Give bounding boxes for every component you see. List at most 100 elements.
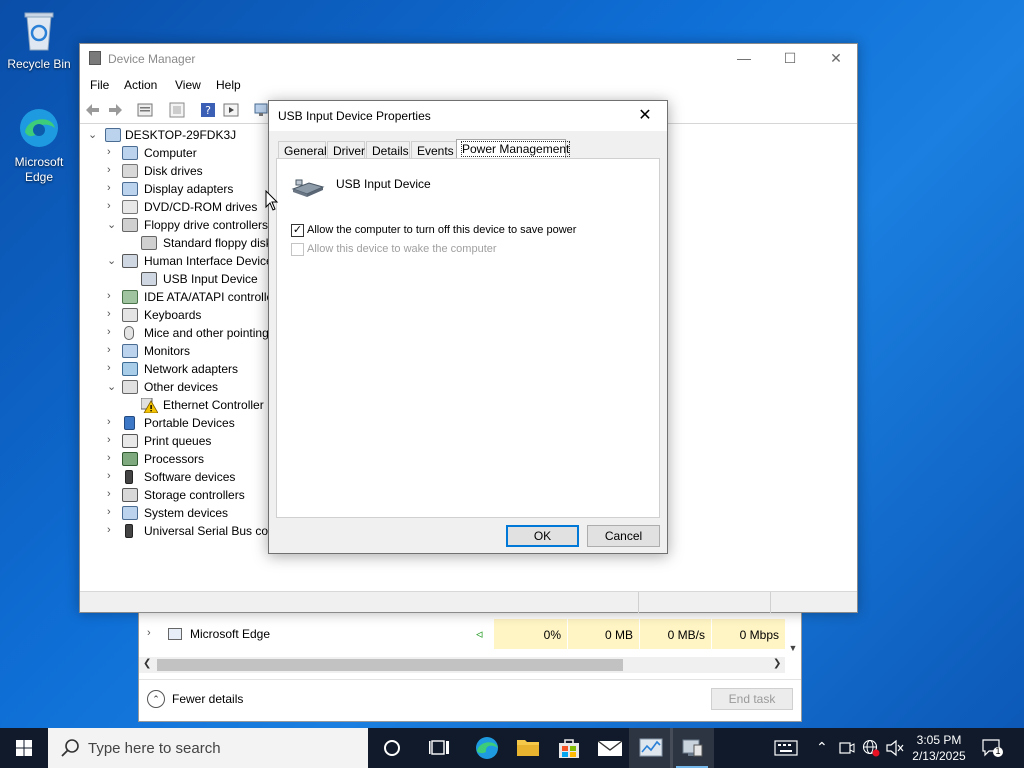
horizontal-scrollbar[interactable]: ❮ ❯ [139, 657, 785, 673]
expand-chevron-icon[interactable]: › [147, 627, 151, 639]
show-hidden-icon[interactable] [169, 102, 185, 118]
file-explorer-icon[interactable] [506, 728, 550, 768]
status-divider [638, 592, 639, 613]
portable-icon [124, 416, 135, 430]
minimize-icon[interactable]: — [721, 44, 767, 73]
scroll-thumb[interactable] [157, 659, 623, 671]
hid-icon [122, 254, 138, 268]
tab-events[interactable]: Events [411, 141, 457, 159]
clock[interactable]: 3:05 PM 2/13/2025 [908, 732, 970, 764]
keyboard-icon [122, 308, 138, 322]
maximize-icon[interactable]: ☐ [767, 44, 813, 73]
edge-taskbar-icon[interactable] [465, 728, 509, 768]
title-bar[interactable]: Device Manager — ☐ ✕ [80, 44, 857, 73]
device-manager-taskbar-button[interactable] [670, 728, 714, 768]
chevron-right-icon[interactable]: › [107, 290, 119, 302]
search-icon [61, 739, 79, 757]
tab-power-management[interactable]: Power Management [456, 139, 571, 159]
allow-wake-label[interactable]: Allow this device to wake the computer [307, 243, 497, 255]
cancel-button[interactable]: Cancel [587, 525, 660, 547]
tree-node-label: IDE ATA/ATAPI controllers [144, 290, 284, 304]
chevron-down-icon[interactable]: ⌄ [107, 254, 119, 267]
chevron-right-icon[interactable]: › [107, 146, 119, 158]
mail-icon[interactable] [588, 728, 632, 768]
menu-action[interactable]: Action [124, 78, 157, 92]
ok-button[interactable]: OK [506, 525, 579, 547]
keyboard-tray-icon[interactable] [774, 739, 798, 757]
chevron-right-icon[interactable]: › [107, 344, 119, 356]
tree-node-label: USB Input Device [163, 272, 258, 286]
tree-node-label: Keyboards [144, 308, 202, 322]
chevron-right-icon[interactable]: › [107, 488, 119, 500]
meet-now-icon[interactable] [839, 740, 855, 756]
chevron-up-icon[interactable]: ⌃ [147, 690, 165, 708]
chevron-right-icon[interactable]: › [107, 452, 119, 464]
volume-muted-icon[interactable] [885, 739, 905, 757]
allow-power-off-checkbox[interactable]: ✓ [291, 224, 304, 237]
show-hidden-icons-chevron-icon[interactable]: ⌃ [816, 739, 828, 756]
efficiency-leaf-icon: ◃ [476, 626, 483, 641]
chevron-right-icon[interactable]: › [107, 326, 119, 338]
menu-view[interactable]: View [175, 78, 201, 92]
cortana-icon[interactable] [370, 728, 414, 768]
chevron-right-icon[interactable]: › [107, 362, 119, 374]
dvd-icon [122, 200, 138, 214]
tab-driver[interactable]: Driver [327, 141, 365, 159]
window-title: Device Manager [108, 52, 196, 66]
chevron-right-icon[interactable]: › [107, 434, 119, 446]
chevron-right-icon[interactable]: › [107, 470, 119, 482]
store-icon[interactable] [547, 728, 591, 768]
tree-node-label: Print queues [144, 434, 212, 448]
scroll-right-icon[interactable]: ❯ [773, 658, 781, 669]
chevron-down-icon[interactable]: ⌄ [107, 380, 119, 393]
system-icon [122, 506, 138, 520]
chevron-right-icon[interactable]: › [107, 506, 119, 518]
tab-general[interactable]: General [278, 141, 327, 159]
tree-node-label: System devices [144, 506, 229, 520]
network-globe-icon[interactable] [862, 739, 880, 757]
menu-help[interactable]: Help [216, 78, 241, 92]
allow-wake-checkbox[interactable] [291, 243, 304, 256]
fewer-details-link[interactable]: Fewer details [172, 692, 243, 706]
table-row[interactable]: › Microsoft Edge ◃ 0% 0 MB 0 MB/s 0 Mbps [139, 619, 785, 649]
scroll-left-icon[interactable]: ❮ [143, 658, 151, 669]
desktop-icon-edge[interactable]: Microsoft Edge [1, 106, 77, 185]
chevron-down-icon[interactable]: ⌄ [107, 218, 119, 231]
taskbar: Type here to search ⌃ 3:05 PM 2/13/2025 … [0, 728, 1024, 768]
task-view-icon[interactable] [418, 728, 462, 768]
chevron-right-icon[interactable]: › [107, 182, 119, 194]
notification-count-badge: 1 [995, 746, 1001, 756]
tab-details[interactable]: Details [366, 141, 410, 159]
end-task-button[interactable]: End task [711, 688, 793, 710]
vertical-scrollbar[interactable]: ▼ [785, 619, 801, 657]
network-cell: 0 Mbps [711, 619, 785, 649]
back-arrow-icon[interactable] [85, 102, 101, 118]
close-icon[interactable]: ✕ [813, 44, 859, 73]
tree-node-label: Storage controllers [144, 488, 245, 502]
forward-arrow-icon[interactable] [107, 102, 123, 118]
desktop-icon-recycle-bin[interactable]: Recycle Bin [1, 8, 77, 72]
close-icon[interactable]: ✕ [625, 101, 665, 131]
menu-file[interactable]: File [90, 78, 109, 92]
tree-node-label: Processors [144, 452, 205, 466]
status-divider [770, 592, 771, 613]
properties-icon[interactable] [137, 102, 153, 118]
chevron-down-icon[interactable]: ⌄ [88, 128, 100, 141]
task-manager-taskbar-icon[interactable] [629, 728, 673, 768]
windows-start-icon[interactable] [0, 728, 48, 768]
dialog-title-bar[interactable]: USB Input Device Properties ✕ [269, 101, 667, 131]
chevron-right-icon[interactable]: › [107, 416, 119, 428]
chevron-right-icon[interactable]: › [107, 164, 119, 176]
usb-icon [125, 524, 133, 538]
chevron-right-icon[interactable]: › [107, 200, 119, 212]
processor-icon [122, 452, 138, 466]
action-pane-icon[interactable] [223, 102, 239, 118]
chevron-right-icon[interactable]: › [107, 308, 119, 320]
help-icon[interactable]: ? [200, 102, 216, 118]
search-box[interactable]: Type here to search [48, 728, 368, 768]
tree-node-label: DVD/CD-ROM drives [144, 200, 258, 214]
tab-label: Power Management [460, 141, 571, 157]
allow-power-off-label[interactable]: Allow the computer to turn off this devi… [307, 224, 576, 236]
chevron-right-icon[interactable]: › [107, 524, 119, 536]
other-devices-icon [122, 380, 138, 394]
